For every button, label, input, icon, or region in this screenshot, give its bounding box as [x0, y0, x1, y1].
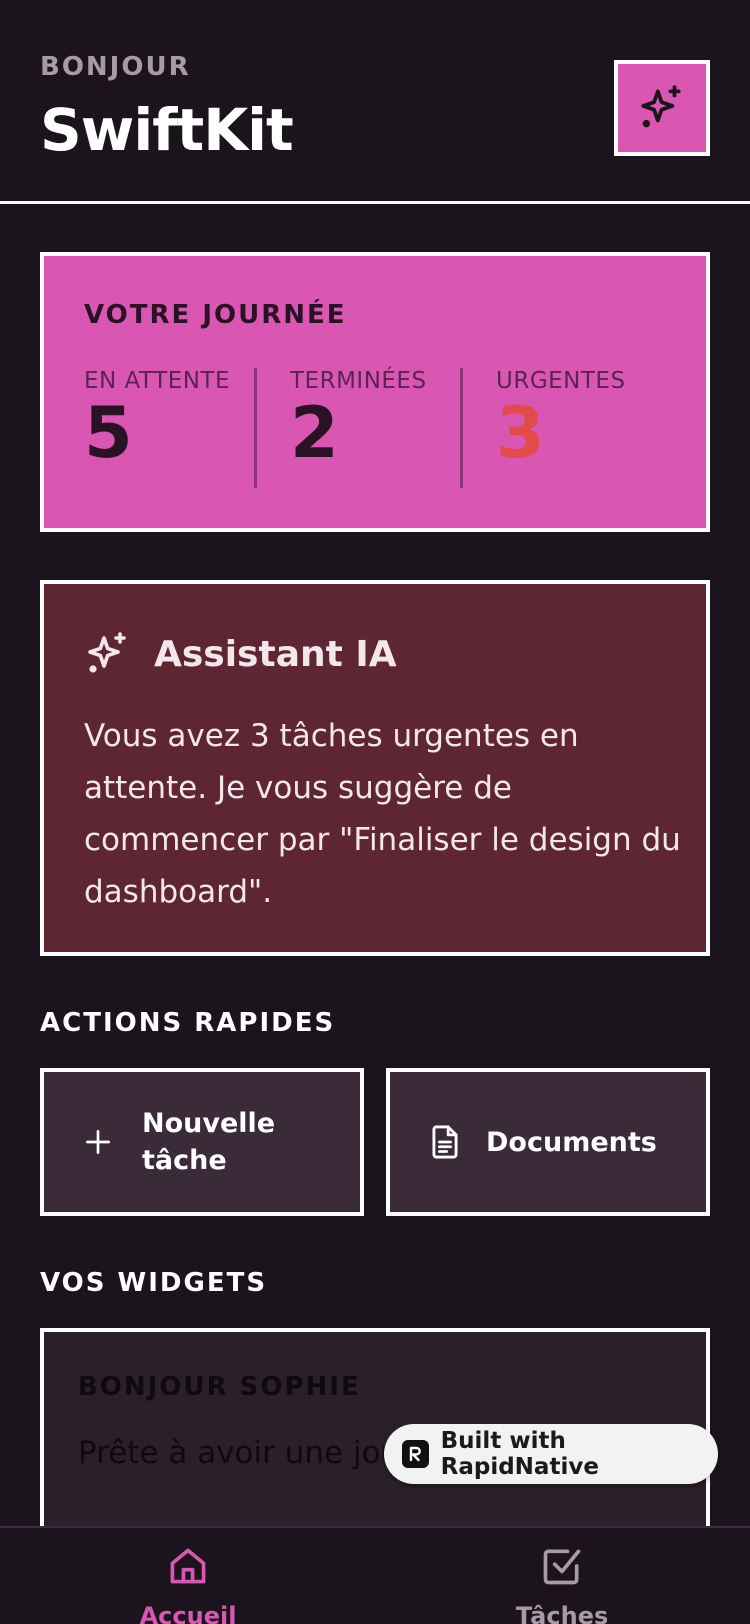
plus-icon	[86, 1130, 110, 1154]
stat-value: 2	[290, 392, 339, 474]
greeting-label: BONJOUR	[40, 52, 191, 82]
stat-pending: EN ATTENTE 5	[84, 368, 230, 468]
home-icon	[170, 1548, 206, 1584]
nav-label-home: Accueil	[139, 1602, 237, 1624]
document-icon	[432, 1125, 458, 1159]
new-task-label-line2: tâche	[142, 1145, 227, 1176]
documents-button[interactable]: Documents	[386, 1068, 710, 1216]
stat-value: 3	[496, 392, 545, 474]
quick-actions-title: ACTIONS RAPIDES	[40, 1008, 336, 1038]
built-with-badge[interactable]: Built with RapidNative	[384, 1424, 718, 1484]
app-title: SwiftKit	[40, 96, 294, 164]
ai-assistant-title: Assistant IA	[154, 633, 397, 675]
home-screen: BONJOUR SwiftKit VOTRE JOURNÉE EN ATTENT…	[0, 0, 750, 1624]
new-task-label: Nouvelle tâche	[142, 1105, 275, 1179]
ai-assistant-button[interactable]	[614, 60, 710, 156]
badge-text: Built with RapidNative	[440, 1428, 599, 1480]
nav-label-tasks: Tâches	[515, 1602, 609, 1624]
stat-urgent: URGENTES 3	[496, 368, 626, 468]
stat-divider	[460, 368, 463, 488]
greeting-widget-title: BONJOUR SOPHIE	[78, 1372, 361, 1402]
new-task-button[interactable]: Nouvelle tâche	[40, 1068, 364, 1216]
day-summary-title: VOTRE JOURNÉE	[84, 300, 347, 330]
sparkles-icon	[88, 632, 126, 673]
stat-value: 5	[84, 392, 133, 474]
sparkles-icon	[641, 85, 681, 128]
checkbox-icon	[543, 1549, 581, 1585]
nav-item-tasks[interactable]: Tâches	[462, 1528, 662, 1624]
ai-assistant-header: Assistant IA	[84, 630, 397, 678]
bottom-nav: Accueil Tâches	[0, 1526, 750, 1624]
day-summary-card: VOTRE JOURNÉE EN ATTENTE 5 TERMINÉES 2 U…	[40, 252, 710, 532]
ai-assistant-message: Vous avez 3 tâches urgentes en attente. …	[84, 718, 681, 910]
widgets-title: VOS WIDGETS	[40, 1268, 268, 1298]
new-task-label-line1: Nouvelle	[142, 1108, 276, 1139]
stat-divider	[254, 368, 257, 488]
stat-label: TERMINÉES	[290, 368, 427, 394]
stat-done: TERMINÉES 2	[290, 368, 427, 468]
ai-assistant-card[interactable]: Assistant IA Vous avez 3 tâches urgentes…	[40, 580, 710, 956]
documents-label: Documents	[486, 1126, 657, 1158]
header: BONJOUR SwiftKit	[0, 0, 750, 204]
rapidnative-logo-icon	[402, 1440, 429, 1468]
stat-label: URGENTES	[496, 368, 626, 394]
stat-label: EN ATTENTE	[84, 368, 231, 394]
nav-item-home[interactable]: Accueil	[88, 1528, 288, 1624]
